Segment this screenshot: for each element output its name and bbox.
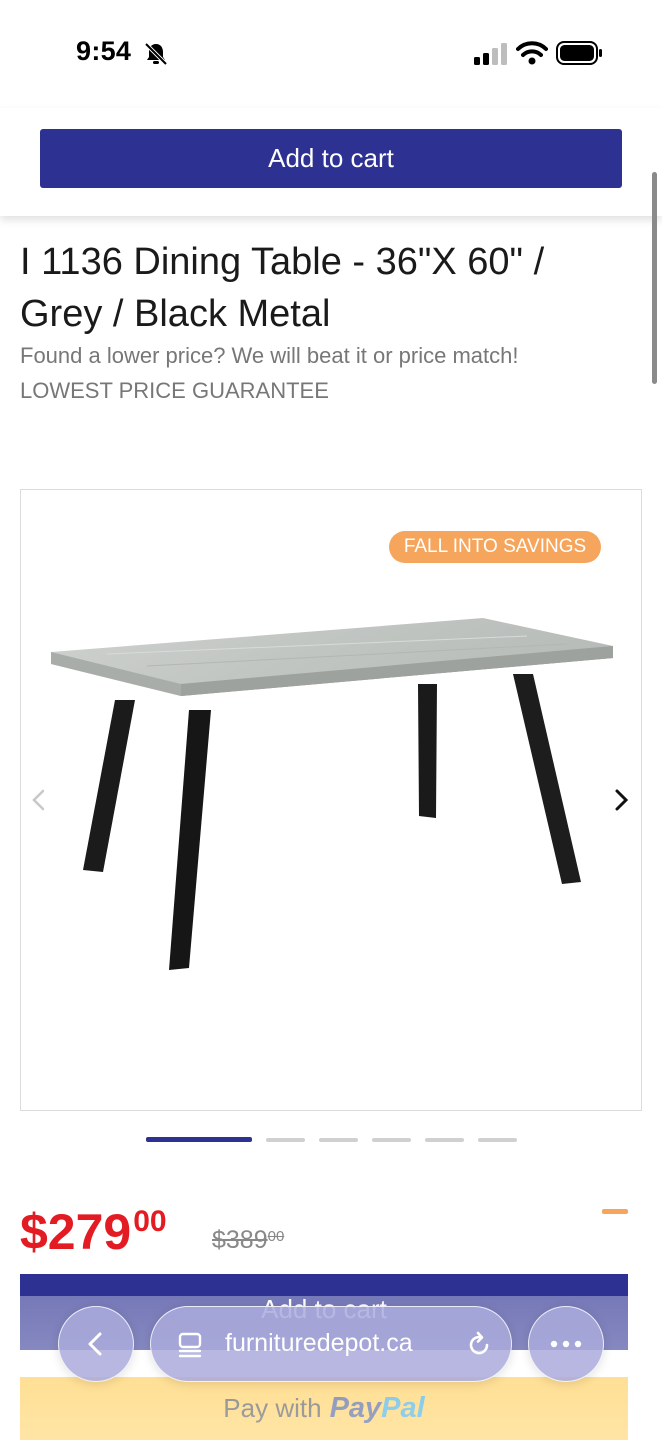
status-time: 9:54: [76, 36, 132, 66]
gallery-dot[interactable]: [319, 1138, 358, 1142]
gallery-dot[interactable]: [425, 1138, 464, 1142]
original-price-cents: 00: [267, 1228, 285, 1245]
price-match-text: Found a lower price? We will beat it or …: [20, 343, 519, 368]
original-price-dollars: $389: [212, 1226, 268, 1254]
cellular-signal-icon: [474, 43, 507, 65]
battery-icon: [556, 41, 602, 65]
product-gallery: FALL INTO SAVINGS: [20, 489, 642, 1111]
wifi-icon: [516, 41, 548, 65]
lowest-price-guarantee: LOWEST PRICE GUARANTEE: [20, 378, 329, 403]
more-icon: [550, 1340, 582, 1348]
paypal-logo: PayPal: [329, 1392, 425, 1424]
sale-price-cents: 00: [133, 1205, 167, 1238]
browser-back-button[interactable]: [58, 1306, 134, 1382]
address-bar[interactable]: furnituredepot.ca: [150, 1306, 512, 1382]
browser-more-button[interactable]: [528, 1306, 604, 1382]
product-image[interactable]: [47, 618, 617, 982]
url-text: furnituredepot.ca: [225, 1329, 413, 1357]
gallery-dot[interactable]: [478, 1138, 517, 1142]
paypal-button[interactable]: Pay with PayPal: [20, 1377, 628, 1440]
sticky-add-to-cart-button[interactable]: Add to cart: [40, 129, 622, 188]
paypal-prefix: Pay with: [223, 1393, 322, 1423]
promo-badge: FALL INTO SAVINGS: [389, 531, 601, 563]
chevron-left-icon[interactable]: [27, 786, 51, 814]
gallery-dot[interactable]: [372, 1138, 411, 1142]
status-bar: 9:54: [0, 0, 662, 108]
chevron-right-icon[interactable]: [609, 786, 633, 814]
page-scrollbar[interactable]: [652, 172, 657, 384]
gallery-pagination: [146, 1137, 517, 1143]
discount-indicator: [602, 1209, 628, 1214]
gallery-dot-active[interactable]: [146, 1137, 252, 1142]
sale-price: $279 00: [20, 1203, 167, 1261]
bell-slash-icon: [144, 42, 168, 66]
reload-icon[interactable]: [465, 1331, 493, 1359]
back-arrow-icon: [88, 1332, 102, 1356]
sale-price-dollars: $279: [20, 1204, 132, 1260]
product-title: I 1136 Dining Table - 36"X 60" / Grey / …: [20, 241, 545, 335]
tabs-icon[interactable]: [177, 1331, 203, 1359]
gallery-dot[interactable]: [266, 1138, 305, 1142]
sticky-header: Add to cart: [0, 108, 662, 216]
original-price: $389 00: [212, 1226, 284, 1255]
